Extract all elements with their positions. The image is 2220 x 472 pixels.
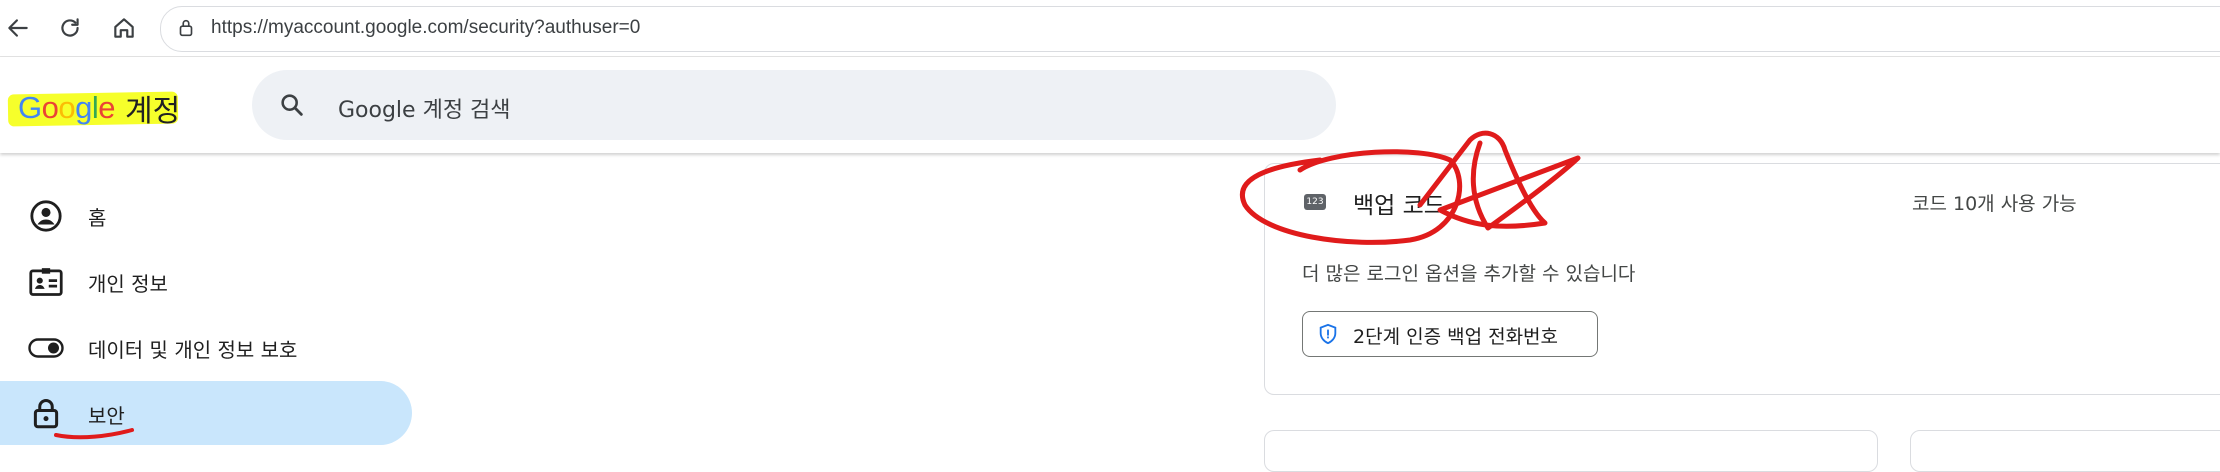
lock-icon[interactable] — [175, 17, 197, 43]
logo-letter: o — [41, 90, 59, 125]
logo-letter: e — [98, 90, 116, 125]
chip-label: 2단계 인증 백업 전화번호 — [1353, 326, 1559, 348]
google-logo-text: Google — [18, 90, 116, 126]
sidebar-item-data-privacy[interactable]: 데이터 및 개인 정보 보호 — [0, 316, 412, 380]
logo-letter: g — [75, 90, 92, 125]
sidebar-item-label: 홈 — [88, 205, 107, 230]
account-header: Google 계정 Google 계정 검색 — [0, 57, 2220, 153]
google-account-logo[interactable]: Google 계정 — [12, 87, 186, 129]
lock-icon — [28, 395, 64, 431]
search-input[interactable]: Google 계정 검색 — [338, 92, 511, 124]
card-title[interactable]: 백업 코드 — [1353, 186, 1445, 220]
sidebar-item-home[interactable]: 홈 — [0, 184, 412, 248]
shield-icon — [1317, 323, 1339, 349]
sidebar-item-label: 데이터 및 개인 정보 보호 — [88, 337, 298, 362]
toggle-icon — [28, 330, 64, 366]
123-code-icon: 123 — [1304, 194, 1326, 210]
status-text: 코드 10개 사용 가능 — [1912, 193, 2077, 215]
sidebar-item-personal-info[interactable]: 개인 정보 — [0, 250, 412, 314]
back-arrow-icon[interactable] — [2, 12, 34, 44]
home-icon[interactable] — [108, 12, 140, 44]
url-text: https://myaccount.google.com/security?au… — [211, 17, 641, 38]
browser-toolbar: https://myaccount.google.com/security?au… — [0, 0, 2220, 57]
logo-suffix: 계정 — [125, 94, 181, 129]
security-card — [1264, 430, 1878, 472]
card-description: 더 많은 로그인 옵션을 추가할 수 있습니다 — [1302, 263, 1636, 285]
logo-letter: G — [18, 90, 42, 125]
search-icon[interactable] — [278, 91, 306, 123]
address-bar[interactable]: https://myaccount.google.com/security?au… — [160, 6, 2220, 52]
sidebar-item-label: 보안 — [88, 404, 125, 428]
account-circle-icon — [28, 198, 64, 234]
backup-phone-chip[interactable]: 2단계 인증 백업 전화번호 — [1302, 311, 1598, 357]
id-card-icon — [28, 264, 64, 300]
sidebar-item-security[interactable]: 보안 — [0, 381, 412, 445]
logo-letter: o — [58, 90, 76, 125]
security-card — [1910, 430, 2220, 472]
search-bar[interactable]: Google 계정 검색 — [252, 70, 1336, 140]
sidebar-item-label: 개인 정보 — [88, 271, 168, 296]
reload-icon[interactable] — [54, 12, 86, 44]
